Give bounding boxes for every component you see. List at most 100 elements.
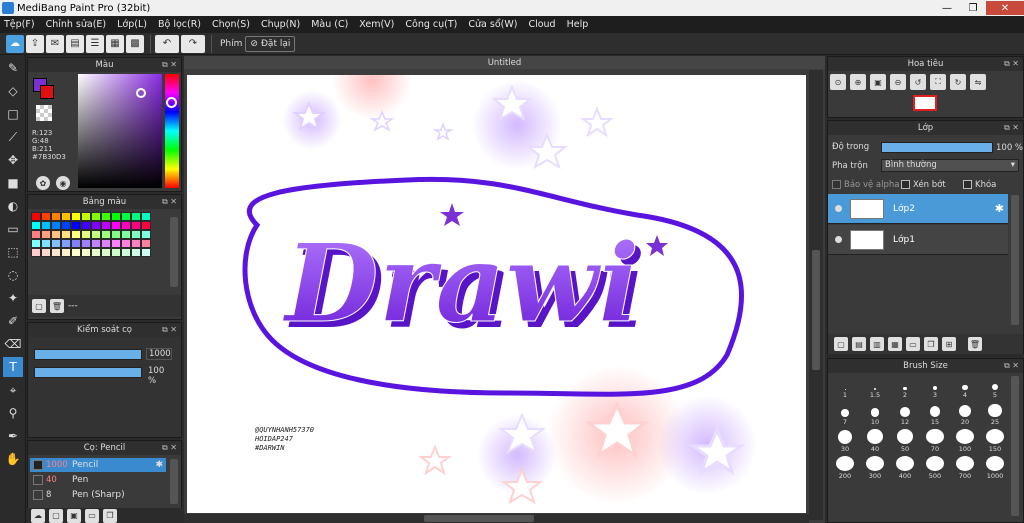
visibility-icon[interactable]	[835, 236, 842, 243]
menu-filter[interactable]: Bộ lọc(R)	[158, 19, 201, 30]
menu-cloud[interactable]: Cloud	[528, 19, 555, 30]
palette-swatch[interactable]	[51, 230, 61, 239]
redo-icon[interactable]: ↷	[181, 34, 205, 53]
brush-size-option[interactable]: 50	[890, 429, 920, 453]
palette-swatch[interactable]	[111, 239, 121, 248]
panel-icon[interactable]: ▦	[106, 34, 124, 53]
gradient-tool-icon[interactable]: ▭	[3, 219, 23, 239]
background-color[interactable]	[40, 85, 54, 99]
palette-swatch[interactable]	[61, 248, 71, 257]
undo-icon[interactable]: ↶	[155, 34, 179, 53]
palette-swatch[interactable]	[81, 248, 91, 257]
merge-layer-icon[interactable]: ⊞	[942, 337, 956, 351]
pen-tool-icon[interactable]: ✒	[3, 426, 23, 446]
folder-icon[interactable]: ▭	[85, 508, 99, 523]
brush-tool-icon[interactable]: ✎	[3, 58, 23, 78]
flip-icon[interactable]: ⇋	[970, 74, 986, 90]
palette-swatch[interactable]	[61, 221, 71, 230]
lasso-tool-icon[interactable]: ◌	[3, 265, 23, 285]
brush-size-option[interactable]: 30	[830, 429, 860, 453]
palette-swatch[interactable]	[141, 239, 151, 248]
brush-size-option[interactable]: 300	[860, 456, 890, 480]
shape-tool-icon[interactable]: □	[3, 104, 23, 124]
canvas-tab[interactable]: Untitled	[184, 56, 825, 69]
palette-swatch[interactable]	[141, 230, 151, 239]
magic-wand-tool-icon[interactable]: ✦	[3, 288, 23, 308]
move-tool-icon[interactable]: ✥	[3, 150, 23, 170]
gear-icon[interactable]: ✱	[155, 460, 163, 470]
new-brush-icon[interactable]: ▢	[49, 508, 63, 523]
palette-swatch[interactable]	[121, 248, 131, 257]
visibility-icon[interactable]	[835, 205, 842, 212]
delete-palette-icon[interactable]: 🗑	[50, 299, 64, 313]
palette-swatch[interactable]	[81, 239, 91, 248]
select-eraser-tool-icon[interactable]: ⌫	[3, 334, 23, 354]
menu-tools[interactable]: Công cụ(T)	[405, 19, 457, 30]
brush-size-option[interactable]: 150	[980, 429, 1010, 453]
palette-swatch[interactable]	[51, 221, 61, 230]
palette-swatch[interactable]	[71, 212, 81, 221]
layer-scrollbar[interactable]	[1011, 195, 1019, 325]
rotate-left-icon[interactable]: ↺	[910, 74, 926, 90]
reset-button[interactable]: ⊘ Đặt lại	[245, 35, 296, 52]
drawing-canvas[interactable]: Drawi Drawi @QUYNHANH57370 HOIDAP247 #DA…	[187, 75, 806, 513]
clipping-toggle[interactable]: Xén bớt	[901, 180, 946, 190]
brush-size-option[interactable]: 20	[950, 402, 980, 426]
blend-mode-select[interactable]: Bình thường ▾	[881, 159, 1019, 172]
brush-size-slider[interactable]	[34, 349, 142, 360]
palette-swatch[interactable]	[41, 212, 51, 221]
brush-size-option[interactable]: 1	[830, 375, 860, 399]
gear-icon[interactable]: ✱	[995, 202, 1004, 215]
panel-popout-icon[interactable]: ⧉ ✕	[1004, 361, 1019, 371]
brush-opacity-slider[interactable]	[34, 367, 142, 378]
share-icon[interactable]: ⇪	[26, 34, 44, 53]
brush-item[interactable]: 1000 Pencil ✱	[30, 458, 166, 472]
palette-swatch[interactable]	[131, 239, 141, 248]
menu-view[interactable]: Xem(V)	[359, 19, 394, 30]
canvas-vertical-scrollbar[interactable]	[809, 70, 823, 520]
alpha-protect-checkbox[interactable]	[832, 180, 841, 189]
menu-layer[interactable]: Lớp(L)	[117, 19, 147, 30]
palette-swatch[interactable]	[131, 230, 141, 239]
brush-size-option[interactable]: 3	[920, 375, 950, 399]
palette-swatch[interactable]	[41, 248, 51, 257]
zoom-out-icon[interactable]: ⊖	[890, 74, 906, 90]
palette-swatch[interactable]	[71, 248, 81, 257]
fit-window-icon[interactable]: ⛶	[930, 74, 946, 90]
fill-rect-tool-icon[interactable]: ■	[3, 173, 23, 193]
palette-swatch[interactable]	[101, 239, 111, 248]
layer-row[interactable]: Lớp1	[828, 225, 1008, 255]
zoom-in-icon[interactable]: ⊕	[850, 74, 866, 90]
palette-swatch[interactable]	[31, 212, 41, 221]
delete-layer-icon[interactable]: 🗑	[968, 337, 982, 351]
grid-icon[interactable]: ▩	[126, 34, 144, 53]
palette-swatch[interactable]	[51, 212, 61, 221]
cloud-brush-icon[interactable]: ☁	[31, 508, 45, 523]
palette-swatch[interactable]	[51, 239, 61, 248]
palette-swatch[interactable]	[111, 230, 121, 239]
palette-swatch[interactable]	[41, 221, 51, 230]
duplicate-layer-icon[interactable]: ❐	[924, 337, 938, 351]
canvas-horizontal-scrollbar[interactable]	[184, 514, 809, 523]
palette-swatch[interactable]	[91, 239, 101, 248]
folder-icon[interactable]: ▭	[906, 337, 920, 351]
color-palette-icon[interactable]: ◉	[56, 176, 70, 190]
vertical-scroll-thumb[interactable]	[812, 250, 820, 370]
brush-size-option[interactable]: 1.5	[860, 375, 890, 399]
palette-swatch[interactable]	[131, 212, 141, 221]
panel-popout-icon[interactable]: ⧉ ✕	[1004, 59, 1019, 69]
line-tool-icon[interactable]: ⟋	[3, 127, 23, 147]
hue-slider[interactable]	[165, 74, 179, 188]
layer-opacity-slider[interactable]	[881, 142, 993, 153]
select-rect-tool-icon[interactable]: ⬚	[3, 242, 23, 262]
palette-swatch[interactable]	[31, 239, 41, 248]
brush-size-option[interactable]: 2	[890, 375, 920, 399]
palette-swatch[interactable]	[81, 212, 91, 221]
new-layer-icon[interactable]: ▢	[834, 337, 848, 351]
fg-bg-swatch[interactable]	[33, 78, 55, 100]
zoom-actual-icon[interactable]: ▣	[870, 74, 886, 90]
palette-swatch[interactable]	[121, 212, 131, 221]
palette-swatch[interactable]	[101, 212, 111, 221]
clipping-checkbox[interactable]	[901, 180, 910, 189]
sv-cursor[interactable]	[136, 88, 146, 98]
